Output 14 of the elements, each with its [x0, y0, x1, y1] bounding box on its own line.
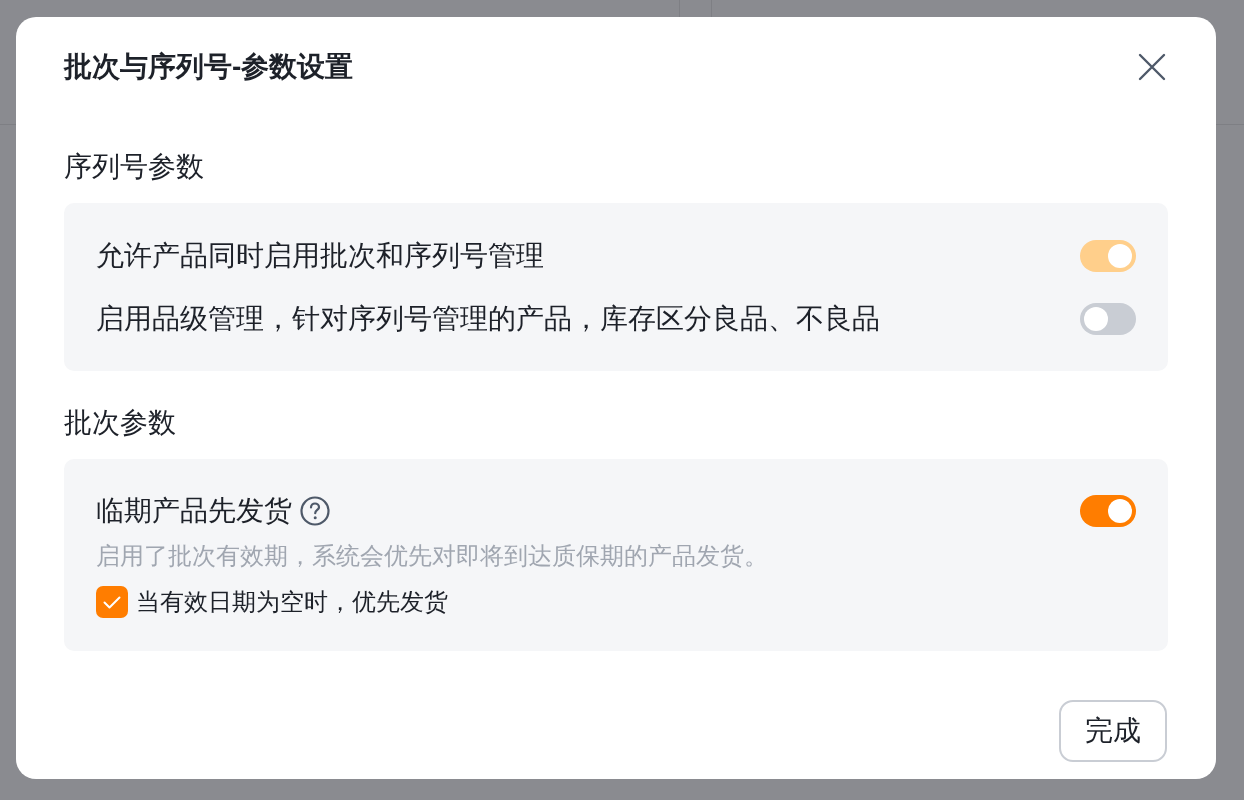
- section-heading: 序列号参数: [64, 150, 204, 184]
- check-icon: [103, 595, 121, 609]
- checkbox[interactable]: [96, 586, 128, 618]
- section-heading: 批次参数: [64, 406, 176, 440]
- setting-label: 允许产品同时启用批次和序列号管理: [96, 239, 544, 273]
- done-button[interactable]: 完成: [1059, 700, 1167, 762]
- setting-description: 启用了批次有效期，系统会优先对即将到达质保期的产品发货。: [96, 541, 768, 571]
- dialog-title: 批次与序列号-参数设置: [64, 50, 354, 84]
- toggle-switch[interactable]: [1080, 303, 1136, 335]
- close-icon[interactable]: [1138, 53, 1166, 81]
- toggle-switch[interactable]: [1080, 495, 1136, 527]
- setting-label: 启用品级管理，针对序列号管理的产品，库存区分良品、不良品: [96, 302, 880, 336]
- checkbox-label: 当有效日期为空时，优先发货: [136, 587, 448, 617]
- setting-label: 临期产品先发货: [96, 494, 292, 528]
